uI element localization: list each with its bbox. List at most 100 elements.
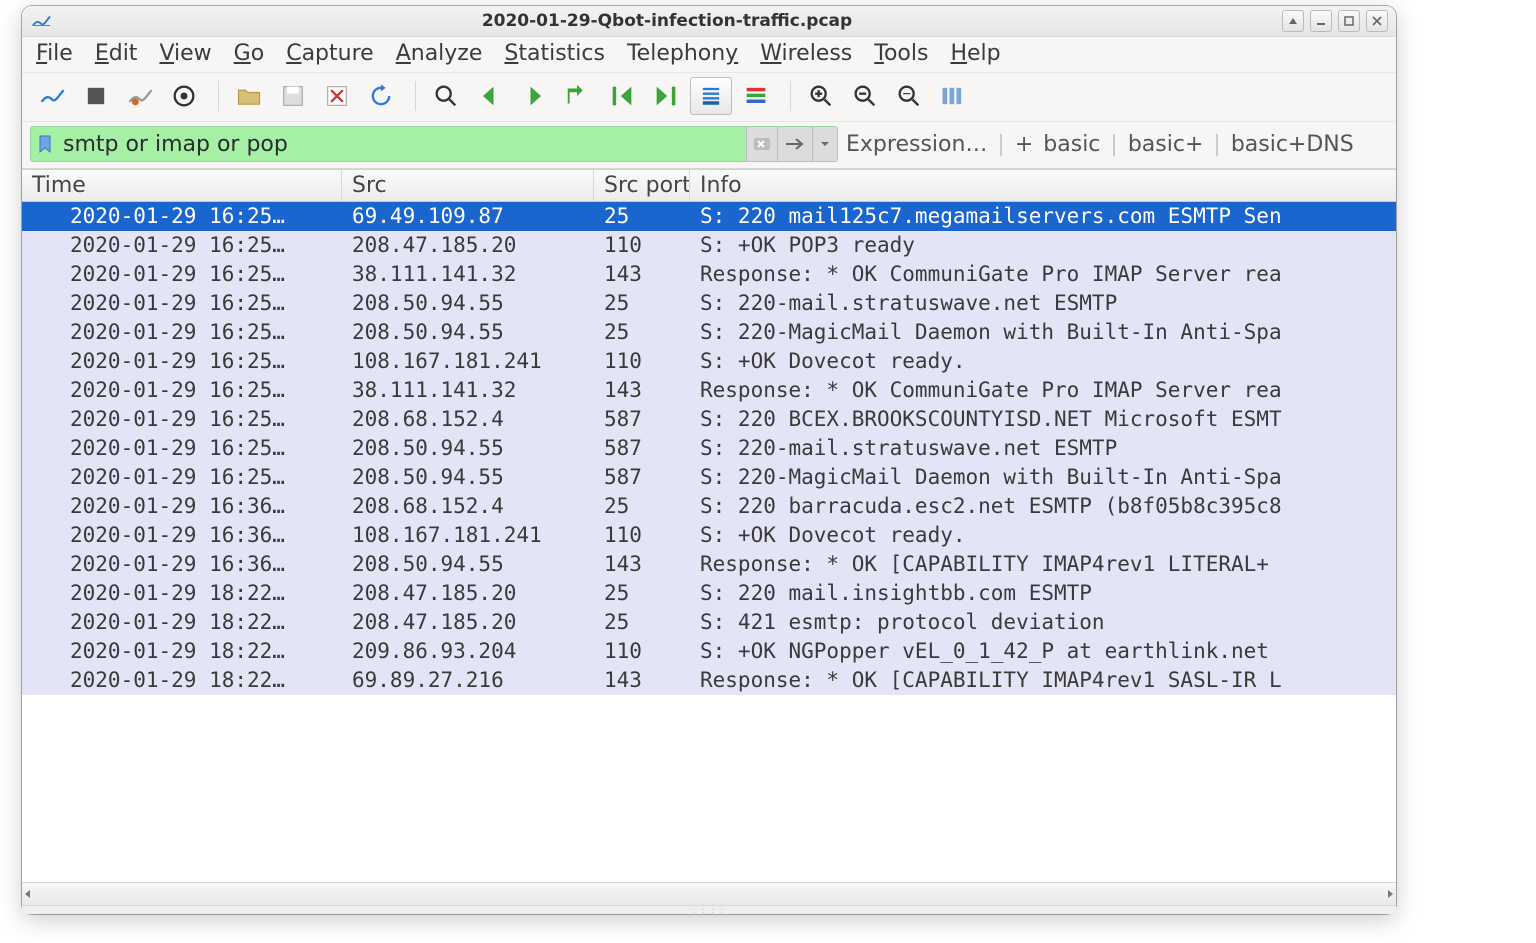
- go-forward-icon[interactable]: [514, 78, 554, 114]
- scroll-left-icon[interactable]: [22, 887, 34, 901]
- maximize-button[interactable]: [1338, 10, 1360, 32]
- cell-src: 38.111.141.32: [342, 376, 594, 404]
- close-button[interactable]: [1366, 10, 1388, 32]
- colorize-icon[interactable]: [736, 78, 776, 114]
- window-up-button[interactable]: [1282, 10, 1304, 32]
- cell-info: S: 220 mail125c7.megamailservers.com ESM…: [690, 202, 1396, 230]
- cell-time: 2020-01-29 18:22…: [22, 608, 342, 636]
- cell-info: S: +OK Dovecot ready.: [690, 521, 1396, 549]
- capture-options-icon[interactable]: [164, 78, 204, 114]
- col-srcport[interactable]: Src port: [594, 170, 690, 201]
- table-row[interactable]: 2020-01-29 16:25…38.111.141.32143Respons…: [22, 376, 1396, 405]
- menu-help[interactable]: Help: [950, 41, 1000, 66]
- table-row[interactable]: 2020-01-29 16:25…208.50.94.5525S: 220-ma…: [22, 289, 1396, 318]
- cell-src: 208.50.94.55: [342, 318, 594, 346]
- toolbar-separator: [790, 81, 791, 111]
- col-info[interactable]: Info: [690, 170, 1396, 201]
- cell-info: Response: * OK CommuniGate Pro IMAP Serv…: [690, 260, 1396, 288]
- autoscroll-icon[interactable]: [690, 77, 732, 115]
- cell-src: 38.111.141.32: [342, 260, 594, 288]
- cell-time: 2020-01-29 16:25…: [22, 376, 342, 404]
- cell-srcport: 110: [594, 637, 690, 665]
- horizontal-scrollbar[interactable]: [22, 882, 1396, 905]
- table-row[interactable]: 2020-01-29 16:36…108.167.181.241110S: +O…: [22, 521, 1396, 550]
- scroll-track[interactable]: [44, 889, 1374, 899]
- menu-file[interactable]: File: [36, 41, 73, 66]
- menu-statistics[interactable]: Statistics: [504, 41, 605, 66]
- table-row[interactable]: 2020-01-29 16:25…69.49.109.8725S: 220 ma…: [22, 202, 1396, 231]
- filter-basicplus-button[interactable]: basic+: [1128, 132, 1204, 157]
- display-filter-input[interactable]: [59, 130, 746, 159]
- menu-go[interactable]: Go: [234, 41, 265, 66]
- menu-wireless[interactable]: Wireless: [760, 41, 852, 66]
- menu-edit[interactable]: Edit: [95, 41, 138, 66]
- cell-src: 208.47.185.20: [342, 231, 594, 259]
- app-window: 2020-01-29-Qbot-infection-traffic.pcap F…: [22, 6, 1396, 914]
- go-jump-icon[interactable]: [558, 78, 598, 114]
- titlebar: 2020-01-29-Qbot-infection-traffic.pcap: [22, 6, 1396, 37]
- filter-basicdns-button[interactable]: basic+DNS: [1231, 132, 1354, 157]
- col-time[interactable]: Time: [22, 170, 342, 201]
- filter-add-button[interactable]: +: [1015, 132, 1033, 157]
- cell-info: S: 220 barracuda.esc2.net ESMTP (b8f05b8…: [690, 492, 1396, 520]
- table-row[interactable]: 2020-01-29 16:25…108.167.181.241110S: +O…: [22, 347, 1396, 376]
- menu-telephony[interactable]: Telephony: [627, 41, 738, 66]
- stop-capture-icon[interactable]: [76, 78, 116, 114]
- table-row[interactable]: 2020-01-29 16:36…208.68.152.425S: 220 ba…: [22, 492, 1396, 521]
- resize-grip[interactable]: : : : :: [22, 905, 1396, 914]
- cell-time: 2020-01-29 18:22…: [22, 666, 342, 694]
- separator-pipe: |: [1110, 132, 1117, 157]
- cell-info: S: 220-mail.stratuswave.net ESMTP: [690, 289, 1396, 317]
- minimize-button[interactable]: [1310, 10, 1332, 32]
- col-src[interactable]: Src: [342, 170, 594, 201]
- packet-list-body[interactable]: 2020-01-29 16:25…69.49.109.8725S: 220 ma…: [22, 202, 1396, 882]
- restart-capture-icon[interactable]: [120, 78, 160, 114]
- zoom-reset-icon[interactable]: [889, 78, 929, 114]
- zoom-out-icon[interactable]: [845, 78, 885, 114]
- table-row[interactable]: 2020-01-29 16:36…208.50.94.55143Response…: [22, 550, 1396, 579]
- close-file-icon[interactable]: [317, 78, 357, 114]
- cell-srcport: 25: [594, 318, 690, 346]
- table-row[interactable]: 2020-01-29 18:22…208.47.185.2025S: 220 m…: [22, 579, 1396, 608]
- cell-srcport: 25: [594, 289, 690, 317]
- table-row[interactable]: 2020-01-29 16:25…208.68.152.4587S: 220 B…: [22, 405, 1396, 434]
- table-row[interactable]: 2020-01-29 18:22…69.89.27.216143Response…: [22, 666, 1396, 695]
- scroll-right-icon[interactable]: [1384, 887, 1396, 901]
- bookmark-icon[interactable]: [31, 134, 59, 154]
- display-filter-field[interactable]: [30, 126, 838, 162]
- table-row[interactable]: 2020-01-29 16:25…208.47.185.20110S: +OK …: [22, 231, 1396, 260]
- start-capture-icon[interactable]: [32, 78, 72, 114]
- clear-filter-icon[interactable]: [746, 127, 777, 161]
- zoom-in-icon[interactable]: [801, 78, 841, 114]
- packet-list-header: Time Src Src port Info: [22, 170, 1396, 202]
- menu-capture[interactable]: Capture: [286, 41, 374, 66]
- table-row[interactable]: 2020-01-29 16:25…38.111.141.32143Respons…: [22, 260, 1396, 289]
- table-row[interactable]: 2020-01-29 16:25…208.50.94.55587S: 220-m…: [22, 434, 1396, 463]
- table-row[interactable]: 2020-01-29 16:25…208.50.94.5525S: 220-Ma…: [22, 318, 1396, 347]
- go-last-icon[interactable]: [646, 78, 686, 114]
- cell-info: S: 421 esmtp: protocol deviation: [690, 608, 1396, 636]
- save-file-icon[interactable]: [273, 78, 313, 114]
- cell-time: 2020-01-29 18:22…: [22, 579, 342, 607]
- wireshark-icon: [30, 10, 52, 32]
- find-packet-icon[interactable]: [426, 78, 466, 114]
- menu-analyze[interactable]: Analyze: [396, 41, 483, 66]
- cell-src: 208.50.94.55: [342, 434, 594, 462]
- cell-info: Response: * OK [CAPABILITY IMAP4rev1 LIT…: [690, 550, 1396, 578]
- go-back-icon[interactable]: [470, 78, 510, 114]
- toolbar-separator: [415, 81, 416, 111]
- open-file-icon[interactable]: [229, 78, 269, 114]
- cell-srcport: 587: [594, 463, 690, 491]
- menu-tools[interactable]: Tools: [874, 41, 928, 66]
- filter-dropdown-icon[interactable]: [812, 127, 837, 161]
- apply-filter-icon[interactable]: [777, 127, 812, 161]
- reload-file-icon[interactable]: [361, 78, 401, 114]
- table-row[interactable]: 2020-01-29 18:22…209.86.93.204110S: +OK …: [22, 637, 1396, 666]
- table-row[interactable]: 2020-01-29 16:25…208.50.94.55587S: 220-M…: [22, 463, 1396, 492]
- menu-view[interactable]: View: [159, 41, 211, 66]
- filter-basic-button[interactable]: basic: [1043, 132, 1100, 157]
- expression-button[interactable]: Expression…: [846, 132, 987, 157]
- resize-columns-icon[interactable]: [933, 78, 973, 114]
- go-first-icon[interactable]: [602, 78, 642, 114]
- table-row[interactable]: 2020-01-29 18:22…208.47.185.2025S: 421 e…: [22, 608, 1396, 637]
